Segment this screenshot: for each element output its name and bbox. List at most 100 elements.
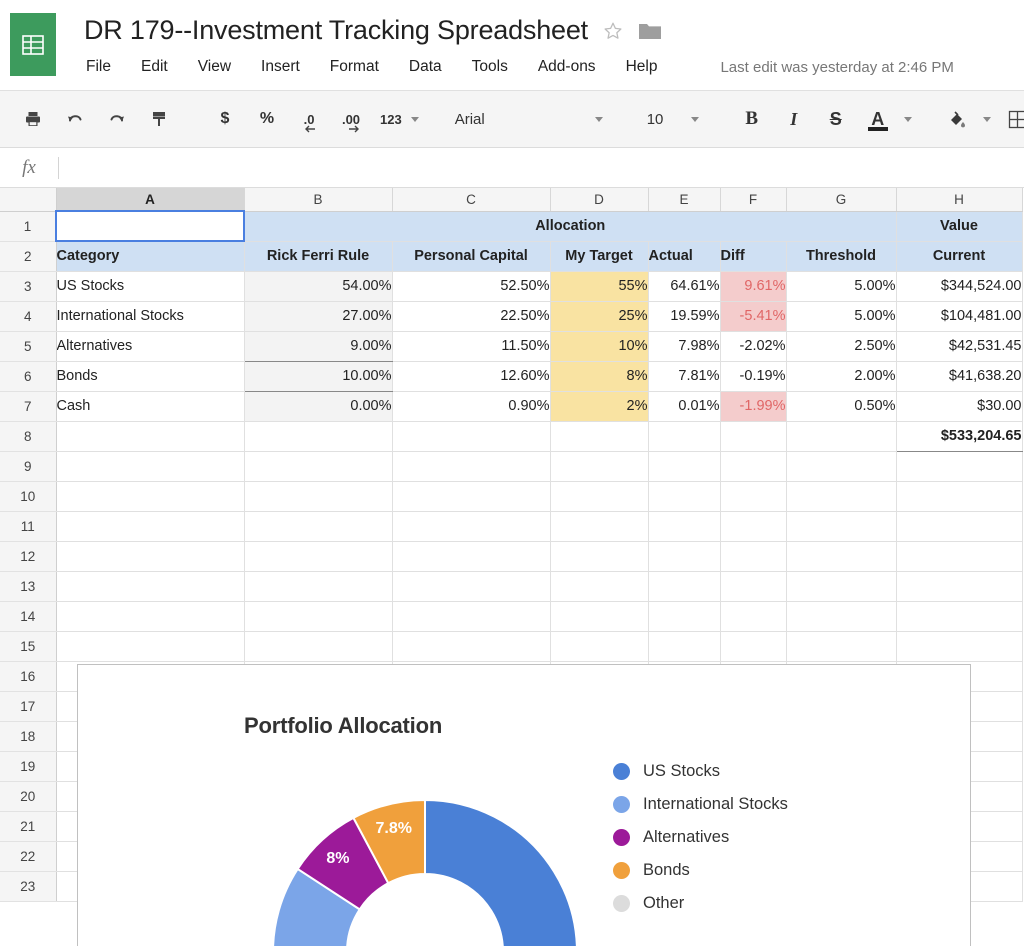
cell-empty[interactable]: [550, 631, 648, 661]
cell-empty[interactable]: [550, 541, 648, 571]
cell-empty[interactable]: [392, 541, 550, 571]
cell-diff[interactable]: -0.19%: [720, 361, 786, 391]
cell-empty[interactable]: [550, 481, 648, 511]
cell-header-my-target[interactable]: My Target: [550, 241, 648, 271]
cell-category[interactable]: Bonds: [56, 361, 244, 391]
cell-rick-ferri-rule[interactable]: 9.00%: [244, 331, 392, 361]
row-header-15[interactable]: 15: [0, 631, 56, 661]
cell-threshold[interactable]: 2.00%: [786, 361, 896, 391]
row-header-1[interactable]: 1: [0, 211, 56, 241]
cell-empty[interactable]: [56, 421, 244, 451]
cell-rick-ferri-rule[interactable]: 27.00%: [244, 301, 392, 331]
row-header-17[interactable]: 17: [0, 691, 56, 721]
fill-color-icon[interactable]: [940, 102, 974, 136]
redo-icon[interactable]: [100, 102, 134, 136]
cell-empty[interactable]: [786, 451, 896, 481]
cell-current[interactable]: $104,481.00: [896, 301, 1022, 331]
cell-personal-capital[interactable]: 22.50%: [392, 301, 550, 331]
cell-empty[interactable]: [720, 481, 786, 511]
embedded-chart[interactable]: Portfolio Allocation 64.6%19.6%8%7.8% US…: [77, 664, 971, 946]
cell-category[interactable]: Alternatives: [56, 331, 244, 361]
cell-value-band[interactable]: Value: [896, 211, 1022, 241]
cell-my-target[interactable]: 25%: [550, 301, 648, 331]
menu-item-help[interactable]: Help: [626, 58, 658, 76]
cell-empty[interactable]: [550, 421, 648, 451]
row-header-23[interactable]: 23: [0, 871, 56, 901]
cell-empty[interactable]: [392, 481, 550, 511]
font-size-select[interactable]: 10: [635, 102, 707, 136]
cell-rick-ferri-rule[interactable]: 54.00%: [244, 271, 392, 301]
cell-empty[interactable]: [786, 511, 896, 541]
legend-item-us-stocks[interactable]: US Stocks: [613, 761, 788, 781]
row-header-12[interactable]: 12: [0, 541, 56, 571]
cell-empty[interactable]: [648, 421, 720, 451]
row-header-3[interactable]: 3: [0, 271, 56, 301]
column-header-c[interactable]: C: [392, 188, 550, 211]
donut-chart[interactable]: 64.6%19.6%8%7.8%: [245, 760, 605, 946]
menu-item-view[interactable]: View: [198, 58, 231, 76]
cell-empty[interactable]: [392, 511, 550, 541]
cell-empty[interactable]: [550, 601, 648, 631]
increase-decimal-button[interactable]: .00: [334, 102, 368, 136]
cell-header-rick-ferri-rule[interactable]: Rick Ferri Rule: [244, 241, 392, 271]
borders-icon[interactable]: [1001, 102, 1024, 136]
formula-input[interactable]: [59, 148, 1024, 187]
menu-item-add-ons[interactable]: Add-ons: [538, 58, 596, 76]
cell-diff[interactable]: -2.02%: [720, 331, 786, 361]
row-header-18[interactable]: 18: [0, 721, 56, 751]
cell-empty[interactable]: [896, 481, 1022, 511]
cell-empty[interactable]: [392, 451, 550, 481]
legend-item-international-stocks[interactable]: International Stocks: [613, 794, 788, 814]
cell-threshold[interactable]: 5.00%: [786, 301, 896, 331]
cell-empty[interactable]: [896, 511, 1022, 541]
cell-empty[interactable]: [244, 511, 392, 541]
cell-empty[interactable]: [720, 421, 786, 451]
cell-current[interactable]: $344,524.00: [896, 271, 1022, 301]
sheets-logo-icon[interactable]: [10, 13, 56, 76]
cell-empty[interactable]: [56, 631, 244, 661]
menu-item-file[interactable]: File: [86, 58, 111, 76]
cell-empty[interactable]: [786, 421, 896, 451]
percent-format-button[interactable]: %: [250, 102, 284, 136]
cell-empty[interactable]: [56, 451, 244, 481]
cell-empty[interactable]: [896, 571, 1022, 601]
cell-actual[interactable]: 7.98%: [648, 331, 720, 361]
row-header-9[interactable]: 9: [0, 451, 56, 481]
cell-empty[interactable]: [720, 601, 786, 631]
cell-empty[interactable]: [648, 571, 720, 601]
cell-diff[interactable]: -5.41%: [720, 301, 786, 331]
italic-button[interactable]: I: [777, 102, 811, 136]
cell-diff[interactable]: -1.99%: [720, 391, 786, 421]
cell-empty[interactable]: [56, 481, 244, 511]
row-header-5[interactable]: 5: [0, 331, 56, 361]
cell-empty[interactable]: [244, 631, 392, 661]
chevron-down-icon[interactable]: [411, 117, 419, 122]
cell-empty[interactable]: [648, 481, 720, 511]
cell-personal-capital[interactable]: 12.60%: [392, 361, 550, 391]
row-header-7[interactable]: 7: [0, 391, 56, 421]
cell-empty[interactable]: [720, 451, 786, 481]
cell-empty[interactable]: [786, 541, 896, 571]
cell-empty[interactable]: [720, 541, 786, 571]
cell-allocation-band[interactable]: Allocation: [244, 211, 896, 241]
menu-item-tools[interactable]: Tools: [472, 58, 508, 76]
row-header-8[interactable]: 8: [0, 421, 56, 451]
cell-rick-ferri-rule[interactable]: 0.00%: [244, 391, 392, 421]
cell-category[interactable]: International Stocks: [56, 301, 244, 331]
row-header-22[interactable]: 22: [0, 841, 56, 871]
cell-empty[interactable]: [896, 541, 1022, 571]
cell-my-target[interactable]: 55%: [550, 271, 648, 301]
text-color-button[interactable]: A: [861, 102, 895, 136]
cell-header-actual[interactable]: Actual: [648, 241, 720, 271]
cell-actual[interactable]: 19.59%: [648, 301, 720, 331]
cell-empty[interactable]: [244, 421, 392, 451]
cell-empty[interactable]: [786, 601, 896, 631]
row-header-16[interactable]: 16: [0, 661, 56, 691]
bold-button[interactable]: B: [735, 102, 769, 136]
row-header-14[interactable]: 14: [0, 601, 56, 631]
cell-empty[interactable]: [392, 421, 550, 451]
strikethrough-button[interactable]: S: [819, 102, 853, 136]
cell-threshold[interactable]: 0.50%: [786, 391, 896, 421]
column-header-e[interactable]: E: [648, 188, 720, 211]
cell-empty[interactable]: [648, 511, 720, 541]
